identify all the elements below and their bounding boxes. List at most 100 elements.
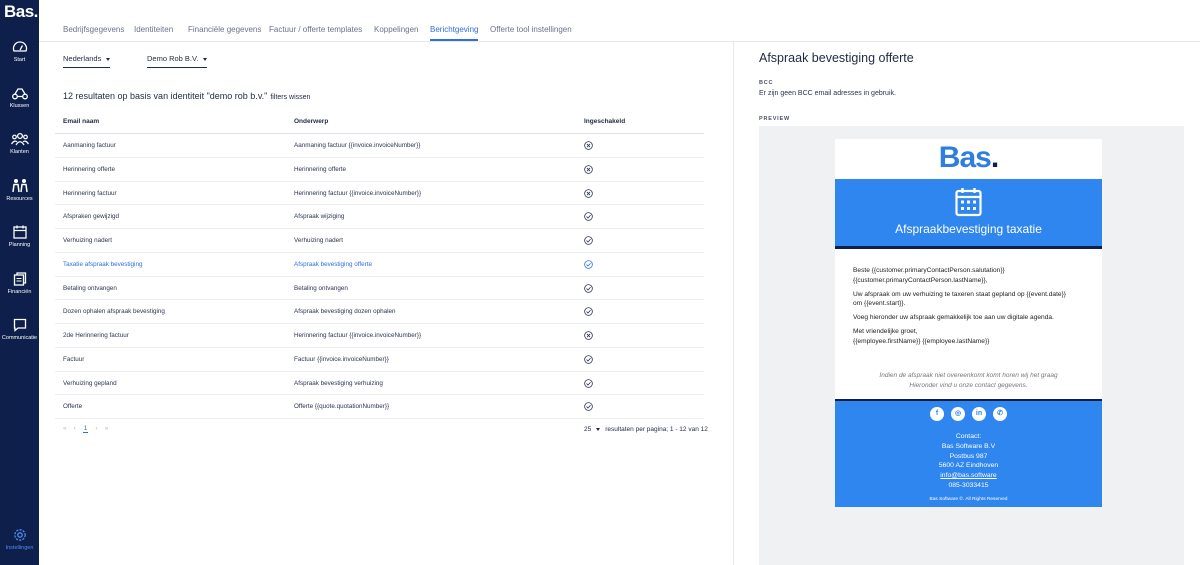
chevron-down-icon bbox=[106, 57, 111, 61]
check-circle-icon[interactable] bbox=[584, 402, 593, 412]
page-number[interactable]: 1 bbox=[82, 425, 89, 433]
table-row[interactable]: Afspraken gewijzigd Afspraak wijziging bbox=[55, 205, 704, 229]
email-template: Bas. Afspraakbevestiging taxatie Beste {… bbox=[835, 139, 1102, 507]
subject-cell: Afspraak bevestiging offerte bbox=[294, 260, 372, 268]
x-circle-icon[interactable] bbox=[584, 164, 593, 174]
prev-page-icon[interactable]: ‹ bbox=[74, 425, 76, 432]
whatsapp-icon[interactable]: ✆ bbox=[993, 407, 1007, 421]
sidebar-item-label: Financiën bbox=[7, 289, 32, 295]
identity-select-value: Demo Rob B.V. bbox=[147, 54, 199, 63]
email-name-cell: Verhuizing nadert bbox=[63, 237, 113, 244]
tab-financiele-gegevens[interactable]: Financiële gegevens bbox=[188, 25, 261, 34]
column-header-email-naam[interactable]: Email naam bbox=[63, 118, 99, 125]
email-greeting-line1: Beste {{customer.primaryContactPerson.sa… bbox=[853, 267, 1005, 274]
facebook-icon[interactable]: f bbox=[930, 407, 944, 421]
calendar-icon bbox=[12, 225, 27, 239]
email-name-cell: Herinnering offerte bbox=[63, 165, 116, 173]
tab-berichtgeving[interactable]: Berichtgeving bbox=[430, 25, 479, 41]
x-circle-icon[interactable] bbox=[584, 331, 593, 340]
contact-email-link[interactable]: info@bas.software bbox=[835, 471, 1102, 481]
table-row[interactable]: Betaling ontvangen Betaling ontvangen bbox=[55, 277, 704, 301]
table-row[interactable]: Herinnering offerte Herinnering offerte bbox=[55, 158, 704, 182]
sidebar-item-start[interactable]: Start bbox=[0, 40, 39, 63]
linkedin-icon[interactable]: in bbox=[972, 407, 986, 421]
check-circle-icon[interactable] bbox=[584, 236, 593, 245]
next-page-icon[interactable]: › bbox=[95, 425, 97, 432]
last-page-icon[interactable]: » bbox=[105, 425, 109, 432]
subject-cell: Factuur {{invoice.invoiceNumber}} bbox=[294, 355, 389, 363]
column-header-onderwerp[interactable]: Onderwerp bbox=[294, 118, 328, 125]
column-header-ingeschakeld[interactable]: Ingeschakeld bbox=[584, 118, 625, 125]
first-page-icon[interactable]: « bbox=[63, 425, 67, 432]
table-row[interactable]: Taxatie afspraak bevestiging Afspraak bev… bbox=[55, 253, 704, 277]
chevron-down-icon[interactable] bbox=[596, 427, 601, 431]
chat-icon bbox=[13, 318, 26, 332]
sidebar-item-klanten[interactable]: Klanten bbox=[0, 132, 39, 155]
sidebar-item-instellingen[interactable]: Instellingen bbox=[0, 528, 39, 551]
email-name-cell: 2de Herinnering factuur bbox=[63, 332, 129, 339]
email-name-cell: Dozen ophalen afspraak bevestiging bbox=[63, 308, 165, 316]
instagram-icon[interactable]: ◎ bbox=[951, 407, 965, 421]
sidebar-item-label: Resources bbox=[6, 196, 33, 202]
sidebar-item-planning[interactable]: Planning bbox=[0, 225, 39, 248]
tab-templates[interactable]: Factuur / offerte templates bbox=[269, 25, 362, 34]
language-select[interactable]: Nederlands bbox=[63, 54, 111, 68]
email-logo: Bas. bbox=[938, 141, 999, 174]
email-name-cell: Afspraken gewijzigd bbox=[63, 213, 120, 221]
contact-address: Postbus 987 bbox=[949, 452, 988, 460]
table-row[interactable]: Verhuizing gepland Afspraak bevestiging v… bbox=[55, 372, 704, 396]
email-footer: f ◎ in ✆ Contact: Bas Software B.V Postb… bbox=[835, 399, 1102, 507]
app-logo[interactable]: Bas. bbox=[4, 2, 38, 22]
x-circle-icon[interactable] bbox=[584, 141, 593, 150]
clear-filters-link[interactable]: filters wissen bbox=[270, 94, 310, 101]
subject-cell: Aanmaning factuur {{invoice.invoiceNumbe… bbox=[294, 142, 421, 149]
table-row[interactable]: Herinnering factuur Herinnering factuur {… bbox=[55, 182, 704, 206]
per-page-select[interactable]: 25 bbox=[584, 426, 591, 433]
pagination: « ‹ 1 › » bbox=[63, 425, 115, 433]
email-name-cell: Verhuizing gepland bbox=[63, 379, 117, 387]
x-circle-icon[interactable] bbox=[584, 188, 593, 198]
sidebar-item-financien[interactable]: Financiën bbox=[0, 272, 39, 295]
tab-bedrijfsgegevens[interactable]: Bedrijfsgegevens bbox=[63, 25, 124, 34]
tab-offerte-tool-instellingen[interactable]: Offerte tool instellingen bbox=[490, 25, 572, 34]
email-greeting-line2: {{customer.primaryContactPerson.lastName… bbox=[853, 276, 988, 284]
table-row[interactable]: Verhuizing nadert Verhuizing nadert bbox=[55, 229, 704, 253]
sidebar-item-klussen[interactable]: Klussen bbox=[0, 86, 39, 109]
contact-company: Bas Software B.V bbox=[941, 442, 996, 450]
language-select-value: Nederlands bbox=[63, 54, 102, 63]
check-circle-icon[interactable] bbox=[584, 212, 593, 222]
table-row[interactable]: 2de Herinnering factuur Herinnering factu… bbox=[55, 324, 704, 348]
sidebar: Bas. Start Klussen Klanten Resources Pla… bbox=[0, 0, 39, 565]
check-circle-icon[interactable] bbox=[584, 259, 593, 269]
check-circle-icon[interactable] bbox=[584, 354, 593, 364]
table-row[interactable]: Factuur Factuur {{invoice.invoiceNumber}} bbox=[55, 348, 704, 372]
sidebar-item-communicatie[interactable]: Communicatie bbox=[0, 318, 39, 341]
email-name-cell: Herinnering factuur bbox=[63, 189, 117, 197]
gear-icon bbox=[13, 529, 26, 541]
table-row[interactable]: Dozen ophalen afspraak bevestiging Afspra… bbox=[55, 300, 704, 324]
tab-koppelingen[interactable]: Koppelingen bbox=[374, 25, 418, 34]
email-detail-pane: Afspraak bevestiging offerte BCC Er zijn… bbox=[734, 42, 1200, 565]
table-row[interactable]: Offerte Offerte {{quote.quotationNumber}} bbox=[55, 395, 704, 419]
contact-label: Contact: bbox=[955, 433, 982, 440]
contact-phone: 085-3033415 bbox=[948, 481, 989, 489]
subject-cell: Afspraak wijziging bbox=[294, 213, 345, 221]
check-circle-icon[interactable] bbox=[584, 307, 593, 317]
users-icon bbox=[10, 132, 29, 146]
email-list-pane: Nederlands Demo Rob B.V. 12 resultaten o… bbox=[39, 42, 733, 565]
email-paragraph-1a: Uw afspraak om uw verhuizing te taxeren … bbox=[853, 290, 1066, 298]
truck-icon bbox=[11, 88, 28, 100]
email-closing: Met vriendelijke groet, bbox=[853, 328, 918, 335]
check-circle-icon[interactable] bbox=[584, 283, 593, 293]
email-banner: Afspraakbevestiging taxatie bbox=[835, 179, 1102, 249]
sidebar-item-label: Klussen bbox=[9, 103, 30, 109]
table-row[interactable]: Aanmaning factuur Aanmaning factuur {{inv… bbox=[55, 134, 704, 158]
subject-cell: Afspraak bevestiging dozen ophalen bbox=[294, 308, 396, 316]
sidebar-item-label: Planning bbox=[8, 242, 31, 248]
tab-identiteiten[interactable]: Identiteiten bbox=[134, 25, 173, 34]
check-circle-icon[interactable] bbox=[584, 378, 593, 388]
subject-cell: Herinnering factuur {{invoice.invoiceNum… bbox=[294, 332, 422, 339]
sidebar-item-resources[interactable]: Resources bbox=[0, 178, 39, 202]
identity-select[interactable]: Demo Rob B.V. bbox=[147, 54, 208, 68]
subject-cell: Herinnering offerte bbox=[294, 165, 347, 173]
